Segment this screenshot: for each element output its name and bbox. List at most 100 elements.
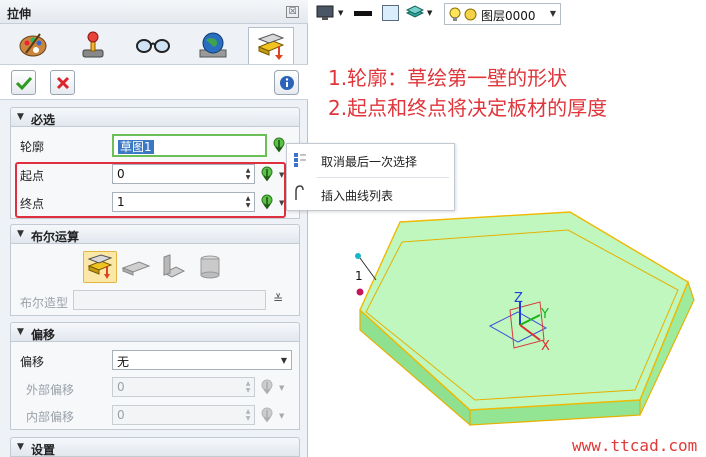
- tab-extrude[interactable]: [248, 27, 294, 65]
- profile-field[interactable]: 草图1: [112, 134, 267, 157]
- outer-offset-label: 外部偏移: [26, 383, 75, 397]
- tab-joystick[interactable]: [70, 27, 116, 63]
- layer-stack-button[interactable]: [405, 5, 425, 24]
- section-required-header[interactable]: ▼ 必选: [10, 107, 300, 127]
- pick-arrow-icon: [261, 407, 273, 423]
- extrude-base-icon: [87, 254, 113, 279]
- tab-glasses[interactable]: [130, 27, 176, 63]
- menu-item-undo-selection[interactable]: 取消最后一次选择: [321, 153, 417, 170]
- chevron-down-icon: ▼: [280, 356, 287, 365]
- layer-select[interactable]: 图层0000 ▼: [444, 3, 561, 25]
- boolean-base-button[interactable]: [83, 251, 117, 283]
- boolean-add-icon: [121, 261, 151, 276]
- palette-icon: [19, 33, 47, 57]
- section-settings-title: 设置: [31, 443, 56, 457]
- layer-stack-icon: [405, 5, 425, 18]
- profile-label: 轮廓: [20, 140, 45, 154]
- watermark-text: www.ttcad.com: [572, 436, 698, 455]
- section-boolean-header[interactable]: ▼ 布尔运算: [10, 224, 300, 244]
- close-pin-icon[interactable]: ☒: [286, 6, 299, 18]
- inner-offset-field[interactable]: 0 ▲ ▼: [112, 405, 255, 425]
- pick-arrow-icon: [273, 137, 285, 153]
- confirm-button[interactable]: [11, 70, 36, 95]
- viewport-canvas: 1 Z Y X: [355, 211, 695, 427]
- chevron-down-icon[interactable]: ▼: [338, 9, 343, 17]
- outer-offset-field[interactable]: 0 ▲ ▼: [112, 377, 255, 397]
- model-viewport[interactable]: 1 Z Y X: [340, 190, 706, 438]
- view-toolbar: ▼ ▼ 图层0000 ▼: [314, 0, 706, 28]
- pick-arrow-icon: [261, 379, 273, 395]
- extrude-panel: 拉伸 ☒ ▼ 必选 轮廓 草图1 起点 0 ▲ ▼ ▼ 终点 1 ▲ ▼ ▼ ▼…: [0, 0, 308, 457]
- display-mode-button[interactable]: [316, 5, 334, 24]
- info-icon: [279, 75, 294, 90]
- axis-y-label: Y: [540, 307, 549, 322]
- inner-offset-spinner[interactable]: ▲ ▼: [244, 408, 252, 422]
- outer-offset-dropdown-icon[interactable]: ▼: [279, 384, 284, 392]
- inner-offset-label: 内部偏移: [26, 410, 75, 424]
- axis-z-label: Z: [514, 291, 523, 306]
- annotation-line-1: 1.轮廓：草绘第一壁的形状: [328, 66, 568, 90]
- chevron-down-icon[interactable]: ▼: [427, 9, 432, 17]
- inner-offset-value: 0: [117, 408, 125, 422]
- section-boolean-title: 布尔运算: [31, 230, 80, 244]
- boolean-shape-field[interactable]: [73, 290, 266, 310]
- annotation-line-2: 2.起点和终点将决定板材的厚度: [328, 96, 608, 120]
- boolean-intersect-icon: [200, 255, 220, 279]
- checkmark-icon: [15, 76, 32, 90]
- collapse-arrow-icon: ▼: [17, 327, 24, 337]
- inner-offset-dropdown-icon[interactable]: ▼: [279, 412, 284, 420]
- boolean-subtract-icon: [162, 254, 186, 278]
- sketch-point-icon: [355, 253, 361, 259]
- section-offset-header[interactable]: ▼ 偏移: [10, 322, 300, 342]
- monitor-icon: [316, 5, 334, 20]
- tab-globe[interactable]: [190, 27, 236, 63]
- section-required-title: 必选: [31, 113, 56, 127]
- context-menu: 取消最后一次选择 插入曲线列表: [286, 143, 455, 211]
- info-button[interactable]: [274, 70, 299, 95]
- boolean-intersect-button[interactable]: [193, 251, 227, 283]
- chevron-down-icon: ▼: [549, 9, 556, 18]
- extrude-icon: [257, 32, 285, 60]
- outer-offset-pick-button[interactable]: [259, 378, 275, 396]
- glasses-icon: [136, 39, 170, 53]
- outer-offset-value: 0: [117, 380, 125, 394]
- collapse-arrow-icon: ▼: [17, 442, 24, 452]
- globe-icon: [199, 32, 227, 58]
- curve-list-icon: [295, 185, 304, 200]
- layer-name: 图层0000: [481, 9, 536, 23]
- cross-icon: [56, 76, 69, 89]
- offset-select[interactable]: 无 ▼: [112, 350, 292, 370]
- section-offset-title: 偏移: [31, 328, 56, 342]
- panel-title: 拉伸: [7, 7, 32, 21]
- profile-value: 草图1: [118, 140, 154, 154]
- sketch-marker-label: 1: [355, 269, 363, 283]
- deselect-icon: [294, 153, 306, 167]
- color-swatch[interactable]: [382, 5, 399, 21]
- start-end-highlight-box: [15, 162, 286, 218]
- layer-status-icon: [464, 8, 477, 21]
- collapse-arrow-icon: ▼: [17, 229, 24, 239]
- boolean-shape-label: 布尔造型: [20, 296, 69, 310]
- line-style-swatch[interactable]: [354, 11, 372, 16]
- section-settings-header[interactable]: ▼ 设置: [10, 437, 300, 457]
- offset-value: 无: [117, 355, 130, 369]
- start-point-icon: [356, 288, 364, 296]
- cancel-button[interactable]: [50, 70, 75, 95]
- boolean-subtract-button[interactable]: [156, 251, 190, 283]
- panel-titlebar: 拉伸 ☒: [0, 0, 308, 24]
- lightbulb-icon: [449, 7, 461, 21]
- menu-item-insert-curve-list[interactable]: 插入曲线列表: [321, 187, 393, 204]
- axis-x-label: X: [541, 339, 550, 354]
- offset-label: 偏移: [20, 355, 45, 369]
- menu-separator: [317, 177, 449, 178]
- tab-palette[interactable]: [10, 27, 56, 63]
- panel-tab-bar: [0, 24, 308, 65]
- collapse-arrow-icon: ▼: [17, 112, 24, 122]
- inner-offset-pick-button[interactable]: [259, 406, 275, 424]
- joystick-icon: [82, 31, 104, 58]
- outer-offset-spinner[interactable]: ▲ ▼: [244, 380, 252, 394]
- boolean-add-button[interactable]: [119, 251, 153, 283]
- profile-pick-button[interactable]: [271, 136, 287, 154]
- action-bar: [0, 64, 308, 100]
- expand-chevron-icon[interactable]: ≚: [273, 292, 283, 306]
